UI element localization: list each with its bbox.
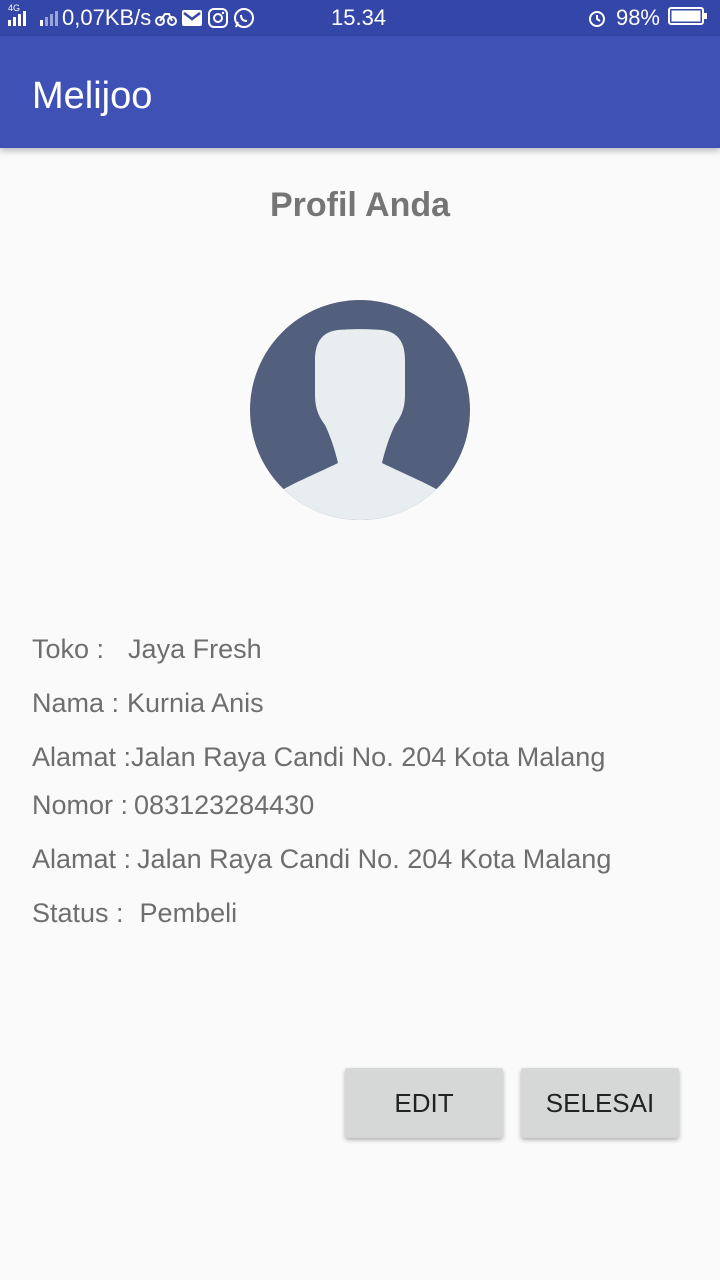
status-bar-left: 4G 0,07KB/s (8, 0, 255, 36)
instagram-icon (207, 7, 229, 29)
status-bar: 4G 0,07KB/s 15.34 98% (0, 0, 720, 36)
info-label: Alamat : (32, 742, 132, 772)
network-type-label: 4G (8, 3, 21, 13)
info-value: Kurnia Anis (127, 688, 264, 718)
info-label: Nomor : (32, 790, 129, 820)
status-clock: 15.34 (331, 5, 387, 30)
bike-icon (155, 7, 178, 29)
app-title: Melijoo (32, 75, 153, 117)
info-label: Toko : (32, 634, 105, 664)
whatsapp-icon (233, 7, 255, 29)
user-avatar-icon (250, 300, 470, 520)
data-rate: 0,07KB/s (62, 5, 152, 30)
battery-percent: 98% (615, 5, 660, 30)
battery-icon (668, 6, 708, 31)
info-label: Alamat : (32, 844, 132, 874)
edit-button[interactable]: EDIT (345, 1068, 503, 1138)
info-value: 083123284430 (134, 790, 315, 820)
info-value: Pembeli (139, 898, 238, 928)
info-value: Jalan Raya Candi No. 204 Kota Malang (137, 844, 612, 874)
info-row-alamat-1: Alamat :Jalan Raya Candi No. 204 Kota Ma… (32, 739, 605, 775)
info-value: Jalan Raya Candi No. 204 Kota Malang (131, 742, 606, 772)
status-bar-right: 98% (586, 0, 708, 36)
page-title: Profil Anda (269, 186, 451, 224)
app-bar: Melijoo (0, 36, 720, 148)
info-row-status: Status : Pembeli (32, 895, 237, 931)
info-row-toko: Toko : Jaya Fresh (32, 631, 262, 667)
signal-icon: 4G (8, 3, 26, 26)
info-row-nama: Nama : Kurnia Anis (32, 685, 264, 721)
done-button[interactable]: SELESAI (521, 1068, 679, 1138)
info-row-nomor: Nomor :083123284430 (32, 787, 314, 823)
alarm-icon (586, 7, 608, 29)
signal-2-icon (40, 10, 58, 26)
info-value: Jaya Fresh (128, 634, 262, 664)
gmail-icon (181, 7, 203, 29)
info-row-alamat-2: Alamat : Jalan Raya Candi No. 204 Kota Ma… (32, 841, 611, 877)
info-label: Nama : (32, 688, 120, 718)
info-label: Status : (32, 898, 124, 928)
